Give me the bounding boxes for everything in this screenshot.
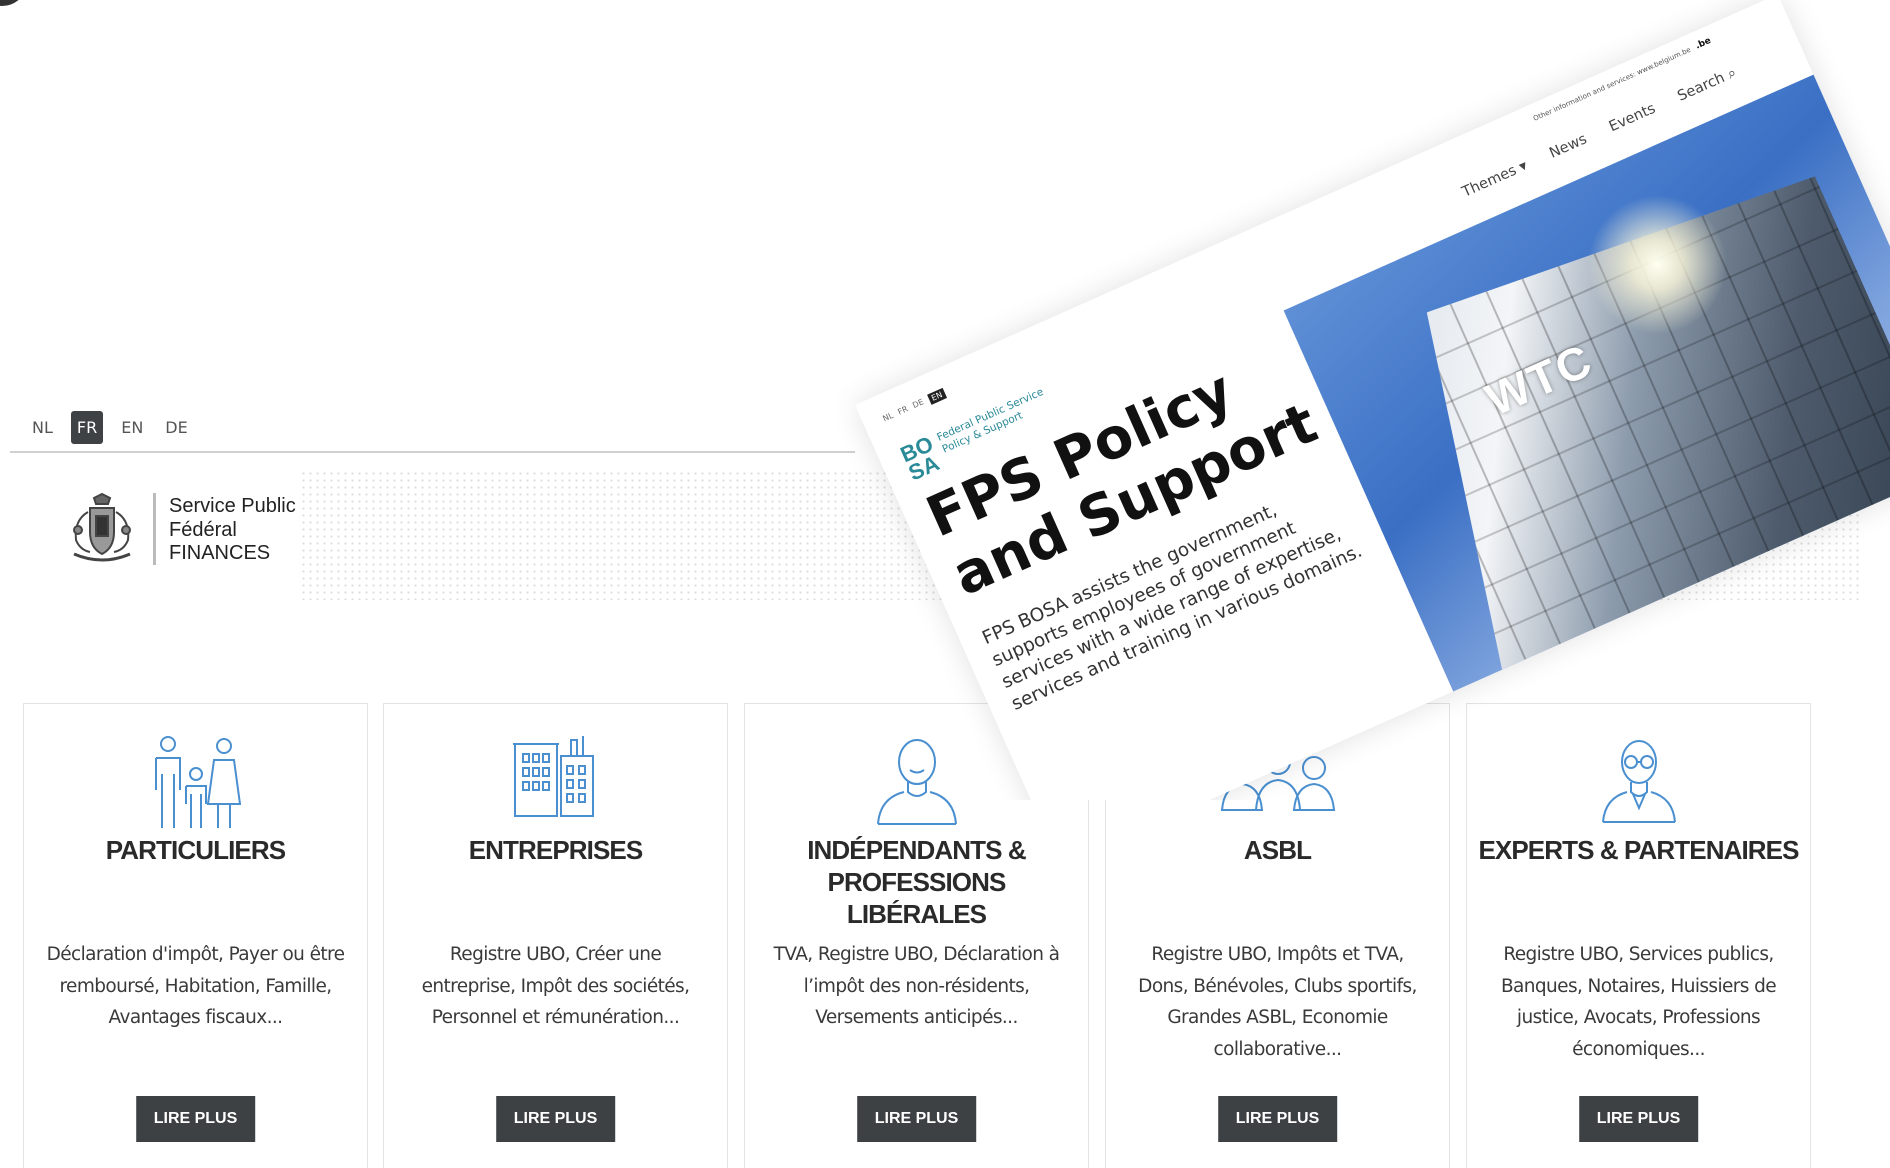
overlay-nav-search[interactable]: Search ⌕ <box>1675 65 1739 105</box>
read-more-button[interactable]: LIRE PLUS <box>495 1096 616 1142</box>
overlay-lang-de[interactable]: DE <box>911 397 926 412</box>
search-icon: ⌕ <box>1725 64 1739 83</box>
belgium-be-logo: .be <box>1694 35 1713 52</box>
lang-nl[interactable]: NL <box>28 412 57 443</box>
card-description: Registre UBO, Impôts et TVA, Dons, Bénév… <box>1138 944 1417 1060</box>
org-line-1: Service Public <box>169 495 296 517</box>
organization-name: Service Public Fédéral FINANCES <box>169 495 296 566</box>
overlay-lang-fr[interactable]: FR <box>896 404 910 418</box>
overlay-top-links-text: Other information and services: www.belg… <box>1532 45 1693 123</box>
card-title: PARTICULIERS <box>105 835 286 865</box>
card-description: Registre UBO, Créer une entreprise, Impô… <box>421 944 690 1028</box>
org-line-3: FINANCES <box>169 542 271 564</box>
read-more-button[interactable]: LIRE PLUS <box>856 1096 977 1142</box>
card-particuliers[interactable]: PARTICULIERS Déclaration d'impôt, Payer … <box>23 703 368 1168</box>
belgian-coat-of-arms-logo[interactable] <box>64 492 140 568</box>
corner-decoration <box>0 0 24 6</box>
lang-fr[interactable]: FR <box>70 410 104 444</box>
overlay-nav-search-label: Search <box>1675 69 1728 105</box>
card-entreprises[interactable]: ENTREPRISES Registre UBO, Créer une entr… <box>383 703 728 1168</box>
card-title: ASBL <box>1243 835 1312 865</box>
logo-separator <box>153 493 156 565</box>
overlay-language-bar: NL FR DE EN <box>881 387 947 425</box>
org-line-2: Fédéral <box>169 518 237 541</box>
overlay-lang-nl[interactable]: NL <box>881 411 895 425</box>
read-more-button[interactable]: LIRE PLUS <box>135 1096 256 1142</box>
language-bar: NL FR EN DE <box>10 403 855 453</box>
family-icon <box>154 736 241 828</box>
bosa-logo[interactable]: BO SA <box>897 431 944 486</box>
overlay-screenshot-container: WTC NL FR DE EN BO SA Federal Public Ser… <box>835 0 1890 800</box>
overlay-nav-themes[interactable]: Themes ▾ <box>1460 158 1530 201</box>
lang-de[interactable]: DE <box>161 412 191 443</box>
buildings-icon <box>512 736 594 817</box>
card-title: EXPERTS & PARTENAIRES <box>1478 835 1799 865</box>
card-description: TVA, Registre UBO, Déclaration à l’impôt… <box>773 944 1060 1028</box>
wtc-building-photo: WTC <box>1283 74 1890 692</box>
read-more-button[interactable]: LIRE PLUS <box>1217 1096 1338 1142</box>
card-title: INDÉPENDANTS & PROFESSIONS LIBÉRALES <box>807 835 1026 929</box>
read-more-button[interactable]: LIRE PLUS <box>1578 1096 1699 1142</box>
card-description: Registre UBO, Services publics, Banques,… <box>1500 944 1777 1060</box>
overlay-nav-news[interactable]: News <box>1547 131 1589 162</box>
card-description: Déclaration d'impôt, Payer ou être rembo… <box>46 944 345 1028</box>
overlay-lang-en[interactable]: EN <box>926 387 947 405</box>
overlay-top-links[interactable]: Other information and services: www.belg… <box>1532 36 1713 124</box>
card-title: ENTREPRISES <box>468 835 643 865</box>
lang-en[interactable]: EN <box>117 412 147 443</box>
overlay-nav-events[interactable]: Events <box>1607 101 1658 136</box>
bosa-website-screenshot: WTC NL FR DE EN BO SA Federal Public Ser… <box>855 0 1890 800</box>
